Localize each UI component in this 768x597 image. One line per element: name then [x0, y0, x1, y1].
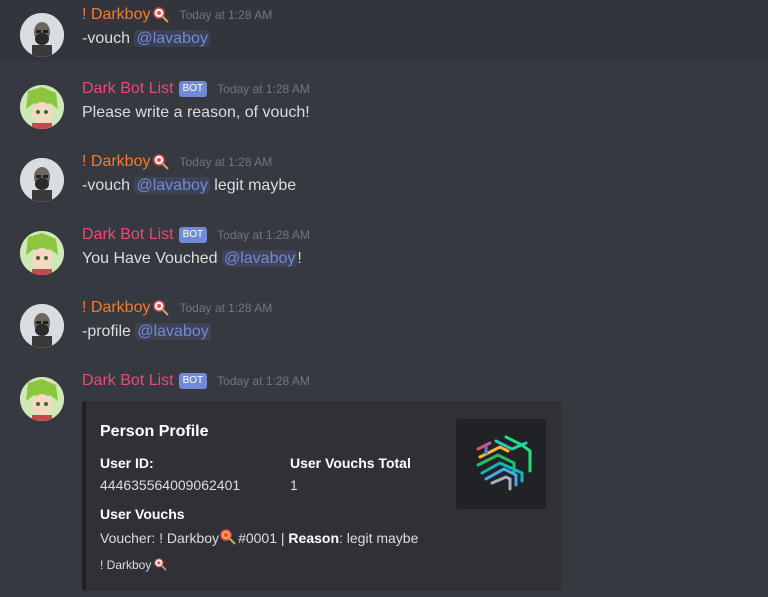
lollipop-icon	[153, 154, 170, 170]
reason-value: : legit maybe	[339, 530, 419, 546]
user-mention[interactable]: @lavaboy	[134, 177, 210, 194]
author-name[interactable]: Dark Bot List	[82, 226, 174, 244]
message-2: Dark Bot List BOT Today at 1:28 AM Pleas…	[0, 74, 768, 134]
darkboy-avatar[interactable]	[20, 158, 64, 202]
field-name-vouchs-total: User Vouchs Total	[290, 455, 411, 471]
message-4: Dark Bot List BOT Today at 1:28 AM You H…	[0, 220, 768, 280]
lollipop-icon	[220, 529, 236, 545]
timestamp: Today at 1:28 AM	[179, 8, 273, 22]
embed-footer: ! Darkboy	[100, 558, 168, 572]
bot-badge: BOT	[178, 81, 208, 97]
footer-text: ! Darkboy	[100, 558, 152, 572]
field-name-user-id: User ID:	[100, 455, 154, 471]
author-name[interactable]: Dark Bot List	[82, 372, 174, 390]
voucher-tag: #0001 |	[238, 530, 289, 546]
bot-avatar[interactable]	[20, 377, 64, 421]
profile-embed: Person Profile User ID: 4446355640090624…	[82, 401, 562, 591]
field-name-user-vouchs: User Vouchs	[100, 506, 185, 522]
user-mention[interactable]: @lavaboy	[134, 30, 210, 47]
voucher-name: Voucher: ! Darkboy	[100, 530, 220, 546]
bot-avatar[interactable]	[20, 85, 64, 129]
message-5: ! Darkboy Today at 1:28 AM -profile @lav…	[0, 293, 768, 353]
message-1: ! Darkboy Today at 1:28 AM -vouch @lavab…	[0, 0, 768, 62]
timestamp: Today at 1:28 AM	[217, 228, 310, 242]
message-content: -vouch @lavaboy legit maybe	[82, 177, 296, 195]
author-name[interactable]: ! Darkboy	[82, 299, 150, 317]
darkboy-avatar[interactable]	[20, 13, 64, 57]
user-mention[interactable]: @lavaboy	[135, 323, 211, 340]
field-value-user-id: 444635564009062401	[100, 477, 241, 493]
message-content: -vouch @lavaboy	[82, 30, 210, 48]
timestamp: Today at 1:28 AM	[179, 301, 273, 315]
embed-title: Person Profile	[100, 423, 209, 440]
message-text: -vouch	[82, 30, 135, 47]
message-text: -vouch	[82, 177, 135, 194]
author-name[interactable]: Dark Bot List	[82, 80, 174, 98]
lollipop-icon	[153, 300, 170, 316]
embed-thumbnail[interactable]	[456, 419, 546, 509]
field-value-vouchs-total: 1	[290, 477, 298, 493]
message-text: -profile	[82, 323, 136, 340]
author-name[interactable]: ! Darkboy	[82, 153, 150, 171]
message-text: !	[297, 250, 302, 267]
message-3: ! Darkboy Today at 1:28 AM -vouch @lavab…	[0, 147, 768, 207]
chip-logo-icon	[476, 435, 532, 491]
bot-badge: BOT	[178, 373, 208, 389]
message-content: Please write a reason, of vouch!	[82, 104, 310, 121]
message-content: You Have Vouched @lavaboy!	[82, 250, 302, 268]
timestamp: Today at 1:28 AM	[217, 82, 310, 96]
message-text: You Have Vouched	[82, 250, 222, 267]
bot-avatar[interactable]	[20, 231, 64, 275]
lollipop-icon	[153, 7, 170, 23]
message-text: legit maybe	[209, 177, 297, 194]
field-value-user-vouchs: Voucher: ! Darkboy #0001 | Reason: legit …	[100, 529, 418, 546]
user-mention[interactable]: @lavaboy	[221, 250, 298, 267]
lollipop-icon	[154, 558, 168, 571]
message-content: -profile @lavaboy	[82, 323, 211, 341]
timestamp: Today at 1:28 AM	[179, 155, 273, 169]
reason-label: Reason	[288, 530, 339, 546]
author-name[interactable]: ! Darkboy	[82, 6, 150, 24]
darkboy-avatar[interactable]	[20, 304, 64, 348]
timestamp: Today at 1:28 AM	[217, 374, 310, 388]
bot-badge: BOT	[178, 227, 208, 243]
